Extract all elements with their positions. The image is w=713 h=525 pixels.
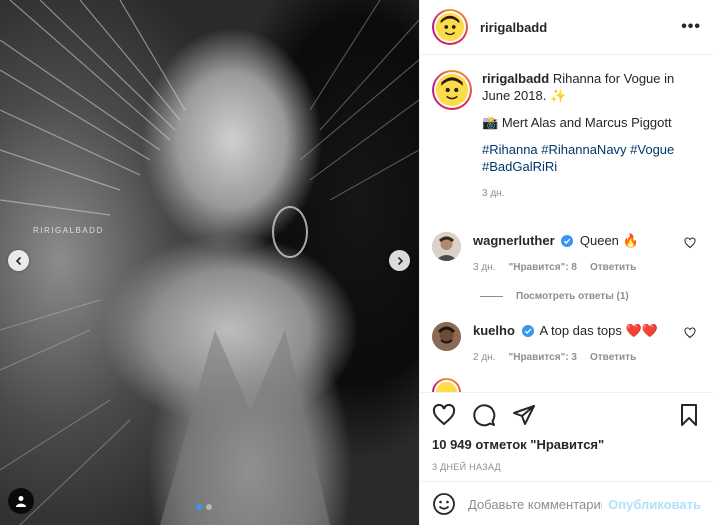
verified-badge-icon (561, 235, 574, 247)
header-username[interactable]: ririgalbadd (480, 20, 547, 35)
tagged-users-button[interactable] (8, 488, 34, 514)
comment-time: 3 дн. (473, 262, 496, 273)
carousel-indicator (196, 504, 212, 510)
avatar-face-icon (436, 13, 464, 41)
caption-hashtags[interactable]: #Rihanna #RihannaNavy #Vogue (482, 141, 692, 158)
likes-count[interactable]: 10 949 отметок "Нравится" (432, 437, 701, 452)
commenter-avatar[interactable] (432, 378, 461, 392)
caption-time: 3 дн. (482, 188, 505, 199)
bookmark-icon[interactable] (677, 403, 701, 427)
add-comment-bar: Добавьте комментарий... Опубликовать (420, 481, 713, 525)
like-heart-icon[interactable] (432, 403, 456, 427)
post-header: ririgalbadd ••• (420, 0, 713, 55)
comment-text: Queen 🔥 (579, 233, 639, 248)
view-replies-button[interactable]: Посмотреть ответы (1) (480, 291, 629, 302)
photo-watermark: RIRIGALBADD (33, 226, 104, 235)
replies-divider (480, 296, 503, 297)
header-avatar[interactable] (432, 9, 468, 45)
commenter-avatar[interactable] (432, 232, 461, 261)
camera-emoji: 📸 (482, 115, 499, 130)
comment-likes[interactable]: "Нравится": 8 (508, 259, 577, 276)
share-paper-plane-icon[interactable] (512, 403, 536, 427)
comment-text: A top das tops ❤️❤️ (539, 323, 658, 338)
reply-button[interactable]: Ответить (590, 259, 636, 276)
caption-avatar[interactable] (432, 70, 472, 110)
like-comment-heart-icon[interactable] (684, 237, 696, 249)
view-replies-label[interactable]: Посмотреть ответы (1) (516, 291, 629, 302)
comment-item: kuelho A top das tops ❤️❤️ 2 дн. "Нравит… (432, 322, 702, 366)
post-photo[interactable]: RIRIGALBADD (0, 0, 419, 525)
chevron-left-icon (15, 256, 21, 265)
post-caption: ririgalbadd Rihanna for Vogue in June 20… (432, 70, 701, 202)
chevron-right-icon (397, 256, 403, 265)
previous-photo-button[interactable] (8, 250, 29, 271)
post-side-panel: ririgalbadd ••• ririgalbadd Rihanna for … (419, 0, 713, 525)
like-comment-heart-icon[interactable] (684, 327, 696, 339)
comment-item: wagnerluther Queen 🔥 3 дн. "Нравится": 8… (432, 232, 702, 276)
comments-list[interactable]: ririgalbadd Rihanna for Vogue in June 20… (420, 56, 713, 392)
reply-button[interactable]: Ответить (590, 349, 636, 366)
palm-leaves-image (0, 0, 419, 525)
avatar-face-icon (436, 74, 468, 106)
comment-item-partial (432, 378, 461, 392)
emoji-smiley-icon[interactable] (432, 492, 456, 516)
comment-username[interactable]: wagnerluther (473, 233, 555, 248)
comment-input[interactable]: Добавьте комментарий... (468, 497, 602, 512)
comment-likes[interactable]: "Нравится": 3 (508, 349, 577, 366)
more-options-button[interactable]: ••• (681, 18, 701, 36)
comment-time: 2 дн. (473, 352, 496, 363)
post-comment-button[interactable]: Опубликовать (608, 497, 701, 512)
verified-badge-icon (521, 325, 534, 337)
commenter-avatar[interactable] (432, 322, 461, 351)
carousel-dot-active (196, 504, 202, 510)
post-date[interactable]: 3 ДНЕЙ НАЗАД (432, 462, 701, 472)
carousel-dot (206, 504, 212, 510)
caption-credit: Mert Alas and Marcus Piggott (501, 115, 672, 130)
caption-hashtags-2[interactable]: #BadGalRiRi (482, 158, 692, 175)
comment-username[interactable]: kuelho (473, 323, 515, 338)
caption-username[interactable]: ririgalbadd (482, 71, 549, 86)
avatar-face-icon (436, 382, 457, 392)
user-icon (16, 496, 26, 507)
next-photo-button[interactable] (389, 250, 410, 271)
comment-bubble-icon[interactable] (472, 403, 496, 427)
post-actions: 10 949 отметок "Нравится" 3 ДНЕЙ НАЗАД Д… (420, 392, 713, 525)
